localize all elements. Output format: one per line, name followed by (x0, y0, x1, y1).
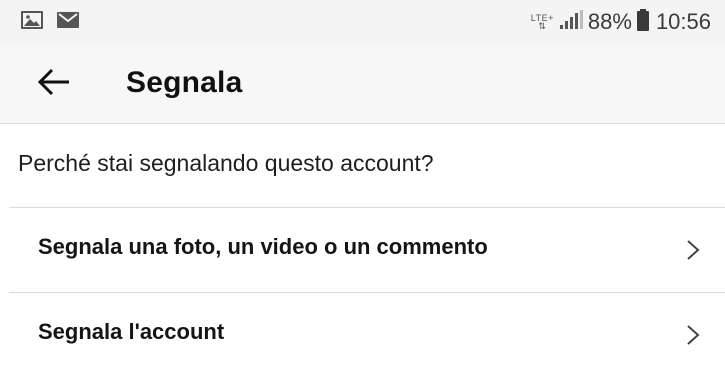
battery-icon (636, 8, 650, 37)
email-notification-icon (56, 10, 80, 35)
clock: 10:56 (655, 9, 711, 34)
status-notifications (20, 10, 80, 35)
chevron-right-icon (685, 323, 701, 347)
status-bar: LTE+ ⇅ 88% 10:56 (0, 0, 725, 44)
back-button[interactable] (34, 68, 74, 100)
app-bar: Segnala (0, 44, 725, 124)
signal-icon (558, 9, 584, 36)
option-label: Segnala una foto, un video o un commento (38, 234, 488, 259)
arrow-left-icon (37, 68, 71, 101)
page-title: Segnala (126, 66, 243, 99)
battery-percentage: 88% (587, 9, 632, 34)
chevron-right-icon (685, 238, 701, 262)
option-report-account[interactable]: Segnala l'account (0, 293, 725, 377)
status-indicators: LTE+ ⇅ 88% 10:56 (531, 6, 711, 38)
option-label: Segnala l'account (38, 319, 225, 344)
image-notification-icon (20, 10, 44, 35)
question-text: Perché stai segnalando questo account? (18, 150, 434, 176)
option-report-content[interactable]: Segnala una foto, un video o un commento (0, 208, 725, 292)
lte-data-icon: LTE+ ⇅ (530, 13, 554, 31)
